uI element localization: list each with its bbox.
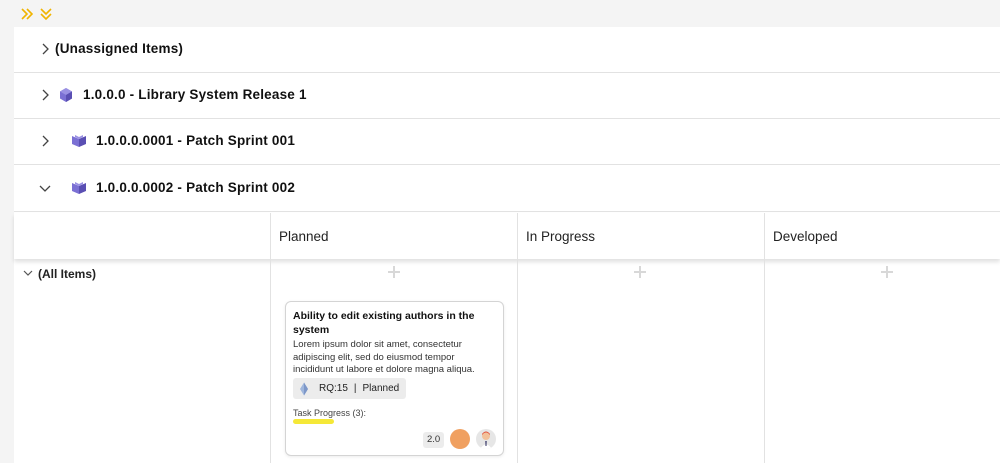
release-title: (Unassigned Items) (55, 41, 184, 56)
release-row-sprint-002[interactable]: 1.0.0.0.0002 - Patch Sprint 002 (14, 166, 1000, 212)
expand-all-icon[interactable] (20, 7, 34, 21)
requirement-id: RQ:15 (319, 383, 348, 394)
board-column-header: Planned In Progress Developed (14, 213, 1000, 259)
estimate-badge: 2.0 (423, 432, 445, 448)
requirement-icon (297, 382, 311, 396)
task-progress-label: Task Progress (3): (293, 408, 367, 418)
add-item-developed-icon[interactable] (880, 265, 894, 279)
sprint-icon (71, 180, 87, 196)
avatar[interactable] (476, 429, 496, 449)
swimlane-all-items[interactable]: (All Items) (22, 267, 96, 285)
column-title: Planned (279, 229, 329, 244)
card-description: Lorem ipsum dolor sit amet, consectetur … (293, 339, 475, 375)
requirement-status: Planned (362, 383, 400, 394)
column-header-planned[interactable]: Planned (270, 213, 517, 259)
release-row-sprint-001[interactable]: 1.0.0.0.0001 - Patch Sprint 001 (14, 119, 1000, 165)
planning-board-panel: (Unassigned Items) 1.0.0.0 - Library Sys… (14, 27, 1000, 463)
chevron-right-icon[interactable] (38, 42, 52, 56)
column-divider (764, 259, 765, 463)
column-divider (270, 259, 271, 463)
chevron-down-icon[interactable] (38, 181, 52, 195)
release-title: 1.0.0.0.0002 - Patch Sprint 002 (96, 180, 296, 195)
column-header-developed[interactable]: Developed (764, 213, 1000, 259)
release-title: 1.0.0.0 - Library System Release 1 (83, 87, 307, 102)
add-item-in-progress-icon[interactable] (633, 265, 647, 279)
top-toolbar (0, 0, 1000, 27)
chevron-right-icon[interactable] (38, 88, 52, 102)
sprint-icon (71, 133, 87, 149)
column-title: In Progress (526, 229, 596, 244)
swimlane-label: (All Items) (38, 267, 97, 281)
chevron-right-icon[interactable] (38, 134, 52, 148)
requirement-pill[interactable]: RQ:15 | Planned (293, 378, 407, 399)
task-progress-bar (293, 419, 334, 424)
release-cube-icon (58, 87, 74, 103)
column-divider (517, 259, 518, 463)
pill-separator: | (353, 383, 357, 394)
column-title: Developed (773, 229, 838, 244)
card-title[interactable]: Ability to edit existing authors in the … (293, 309, 493, 337)
chevron-down-icon[interactable] (22, 267, 34, 279)
column-header-in-progress[interactable]: In Progress (517, 213, 764, 259)
release-row-1-0-0-0[interactable]: 1.0.0.0 - Library System Release 1 (14, 73, 1000, 119)
release-title: 1.0.0.0.0001 - Patch Sprint 001 (96, 133, 296, 148)
requirement-card[interactable]: Ability to edit existing authors in the … (285, 301, 504, 456)
owner-status-dot (450, 429, 470, 449)
release-row-unassigned[interactable]: (Unassigned Items) (14, 27, 1000, 73)
collapse-all-icon[interactable] (39, 7, 53, 21)
add-item-planned-icon[interactable] (387, 265, 401, 279)
